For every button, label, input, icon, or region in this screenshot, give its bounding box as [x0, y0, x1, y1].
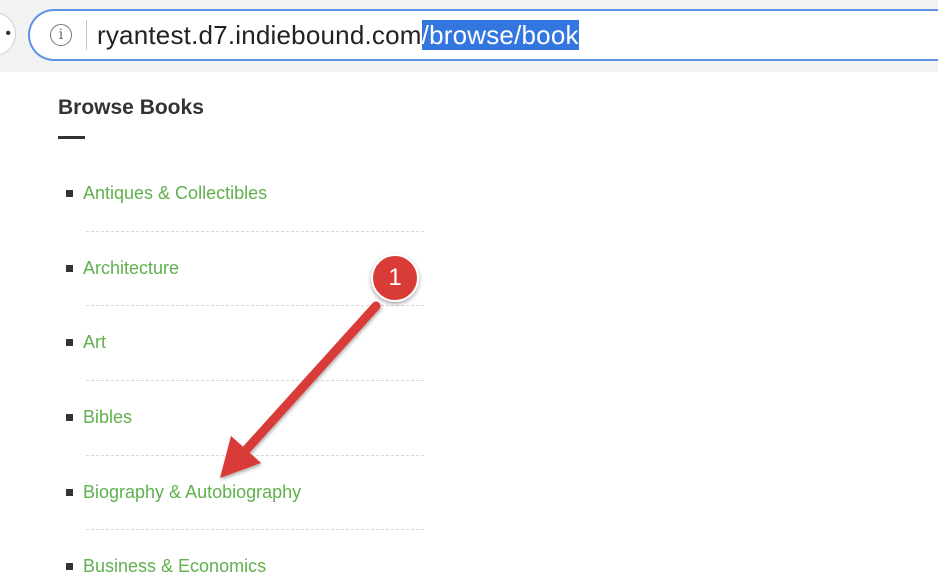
info-icon[interactable]: i [50, 24, 72, 46]
list-item: Architecture [66, 256, 179, 280]
bullet-icon [66, 264, 73, 272]
list-divider [86, 231, 424, 232]
list-divider [86, 380, 424, 381]
bullet-icon [66, 189, 73, 197]
list-item: Antiques & Collectibles [66, 181, 267, 205]
list-divider [86, 305, 424, 306]
bullet-icon [66, 562, 73, 570]
page-title: Browse Books [58, 96, 204, 119]
bullet-icon [66, 338, 73, 346]
url-text[interactable]: ryantest.d7.indiebound.com/browse/book [97, 19, 579, 51]
list-divider [86, 529, 424, 530]
category-link-biography-autobiography[interactable]: Biography & Autobiography [83, 482, 301, 503]
list-item: Business & Economics [66, 554, 266, 578]
address-divider [86, 20, 87, 50]
bullet-icon [66, 413, 73, 421]
url-host: ryantest.d7.indiebound.com [97, 19, 422, 50]
list-item: Biography & Autobiography [66, 480, 301, 504]
category-link-bibles[interactable]: Bibles [83, 407, 132, 428]
list-divider [86, 455, 424, 456]
title-underline [58, 136, 85, 139]
back-button[interactable]: • [0, 12, 16, 56]
step-number-badge: 1 [371, 254, 419, 302]
category-link-art[interactable]: Art [83, 332, 106, 353]
list-item: Bibles [66, 405, 132, 429]
list-item: Art [66, 330, 106, 354]
category-link-architecture[interactable]: Architecture [83, 258, 179, 279]
arrow-icon [220, 301, 381, 478]
url-path-selected: /browse/book [421, 19, 579, 50]
back-icon: • [5, 25, 11, 42]
browser-toolbar: • i ryantest.d7.indiebound.com/browse/bo… [0, 0, 938, 72]
category-link-business-economics[interactable]: Business & Economics [83, 556, 266, 577]
bullet-icon [66, 488, 73, 496]
address-bar[interactable]: i ryantest.d7.indiebound.com/browse/book [28, 9, 938, 61]
category-link-antiques-collectibles[interactable]: Antiques & Collectibles [83, 183, 267, 204]
